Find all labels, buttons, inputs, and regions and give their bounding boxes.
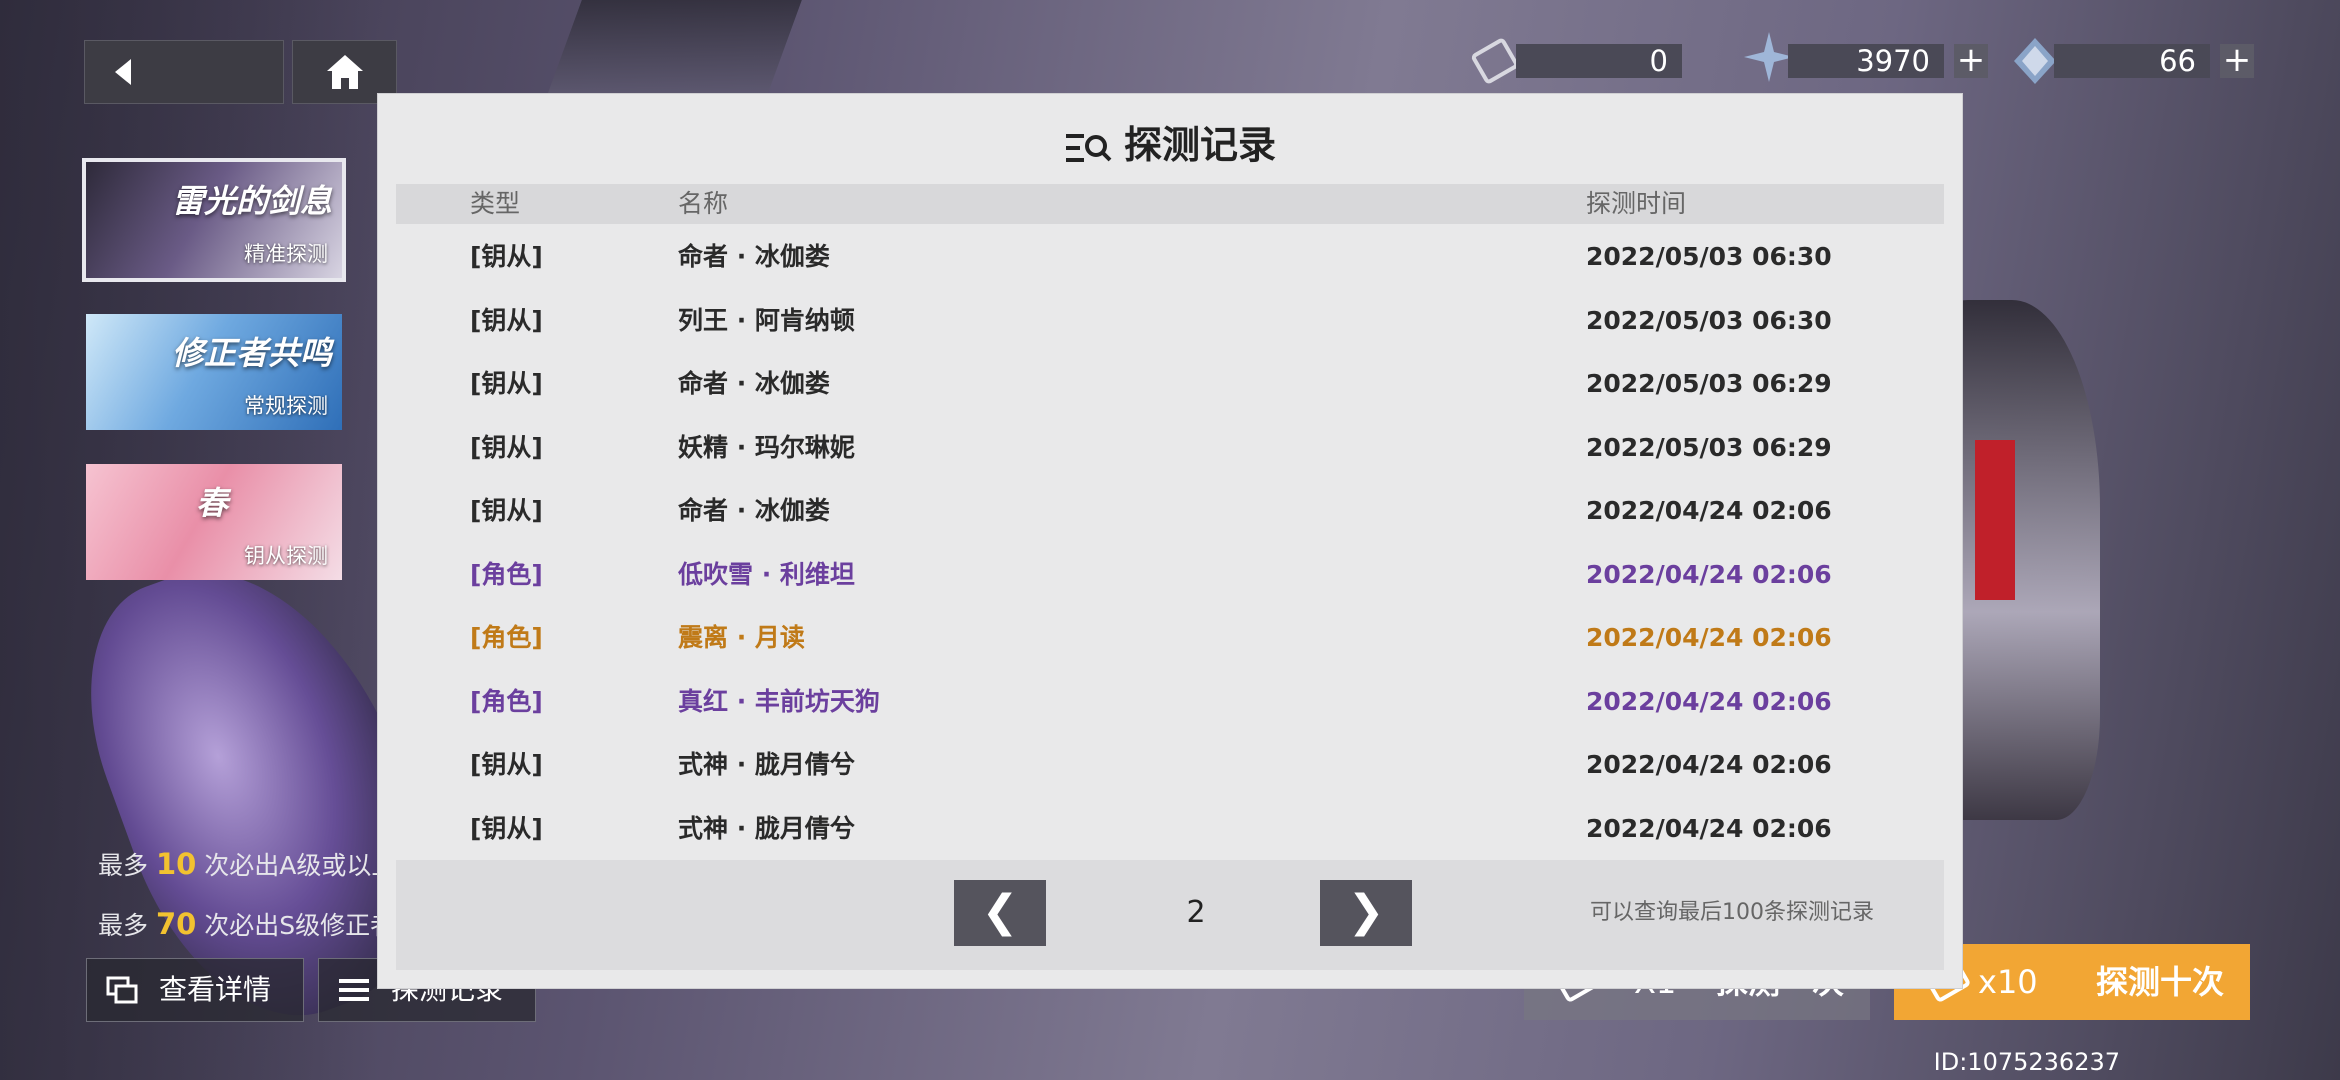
crystal-counter: 3970 + xyxy=(1788,43,1988,78)
record-name: 真红 · 丰前坊天狗 xyxy=(678,686,880,716)
rule-suffix: 次必出S级修正者 xyxy=(204,911,396,940)
record-limit-note: 可以查询最后100条探测记录 xyxy=(1590,900,1874,925)
record-type: [钥从] xyxy=(470,242,543,271)
record-time: 2022/05/03 06:29 xyxy=(1586,369,1832,398)
banner-title: 春 xyxy=(196,484,229,522)
record-name: 命者 · 冰伽娄 xyxy=(678,496,830,525)
record-type: [钥从] xyxy=(470,496,543,525)
record-type: [钥从] xyxy=(470,432,543,462)
record-time: 2022/04/24 02:06 xyxy=(1586,559,1832,589)
banner-title: 修正者共鸣 xyxy=(171,334,332,372)
record-type: [角色] xyxy=(470,623,543,652)
record-time: 2022/05/03 06:30 xyxy=(1586,305,1832,335)
rule-prefix: 最多 xyxy=(98,911,149,940)
add-crystal-button[interactable]: + xyxy=(1954,43,1988,78)
table-row: [钥从] 命者 · 冰伽娄 2022/05/03 06:29 xyxy=(396,352,1944,415)
column-name: 名称 xyxy=(678,189,729,218)
table-row: [角色] 真红 · 丰前坊天狗 2022/04/24 02:06 xyxy=(396,670,1944,733)
list-icon xyxy=(339,979,369,1001)
table-row: [钥从] 命者 · 冰伽娄 2022/05/03 06:30 xyxy=(396,225,1944,288)
banner-spring-key[interactable]: 春 钥从探测 xyxy=(86,464,342,580)
view-details-button[interactable]: 查看详情 xyxy=(86,958,304,1022)
record-name: 低吹雪 · 利维坦 xyxy=(678,559,855,589)
back-arrow-icon xyxy=(115,59,131,85)
draw-ten-count: x10 xyxy=(1978,963,2038,1001)
record-time: 2022/04/24 02:06 xyxy=(1586,623,1832,652)
gem-counter: 66 + xyxy=(2054,43,2254,78)
draw-ten-label: 探测十次 xyxy=(2095,963,2224,1001)
record-name: 列王 · 阿肯纳顿 xyxy=(678,305,855,335)
record-name: 妖精 · 玛尔琳妮 xyxy=(678,432,855,462)
dialog-title-text: 探测记录 xyxy=(1123,123,1276,167)
view-details-label: 查看详情 xyxy=(159,973,272,1006)
rule-count: 70 xyxy=(155,907,197,941)
crystal-value: 3970 xyxy=(1856,44,1930,78)
banner-subtitle: 精准探测 xyxy=(244,242,328,266)
record-time: 2022/04/24 02:06 xyxy=(1586,750,1832,779)
record-name: 式神 · 胧月倩兮 xyxy=(678,750,855,779)
back-button[interactable] xyxy=(84,40,284,104)
details-icon xyxy=(106,976,138,1004)
ticket-counter: 0 xyxy=(1516,44,1682,78)
table-row: [钥从] 列王 · 阿肯纳顿 2022/05/03 06:30 xyxy=(396,289,1944,352)
gem-value: 66 xyxy=(2159,44,2196,78)
table-row: [角色] 低吹雪 · 利维坦 2022/04/24 02:06 xyxy=(396,543,1944,606)
table-row: [钥从] 妖精 · 玛尔琳妮 2022/05/03 06:29 xyxy=(396,416,1944,479)
prev-page-button[interactable]: ❮ xyxy=(954,880,1046,946)
record-type: [钥从] xyxy=(470,813,543,843)
background-character-accent xyxy=(1975,440,2015,600)
table-row: [钥从] 式神 · 胧月倩兮 2022/04/24 02:06 xyxy=(396,797,1944,860)
banner-subtitle: 常规探测 xyxy=(244,394,328,418)
record-time: 2022/05/03 06:29 xyxy=(1586,432,1832,462)
table-row: [钥从] 命者 · 冰伽娄 2022/04/24 02:06 xyxy=(396,479,1944,542)
page-number: 2 xyxy=(1186,895,1206,930)
guarantee-rule-s: 最多 70 次必出S级修正者 xyxy=(98,906,395,942)
record-name: 震离 · 月读 xyxy=(678,623,805,652)
record-name: 命者 · 冰伽娄 xyxy=(678,369,830,398)
ticket-value: 0 xyxy=(1649,44,1668,78)
table-row: [钥从] 式神 · 胧月倩兮 2022/04/24 02:06 xyxy=(396,733,1944,796)
record-name: 式神 · 胧月倩兮 xyxy=(678,813,855,843)
record-search-icon xyxy=(1065,133,1112,162)
record-time: 2022/04/24 02:06 xyxy=(1586,813,1832,843)
table-row: [角色] 震离 · 月读 2022/04/24 02:06 xyxy=(396,606,1944,669)
banner-lightning-sword[interactable]: 雷光的剑息 精准探测 xyxy=(82,158,346,282)
add-gem-button[interactable]: + xyxy=(2220,43,2254,78)
detection-record-dialog: 探测记录 类型 名称 探测时间 [钥从] 命者 · 冰伽娄 2022/05/03 0… xyxy=(378,94,1962,988)
next-page-button[interactable]: ❯ xyxy=(1320,880,1412,946)
record-time: 2022/04/24 02:06 xyxy=(1586,686,1832,716)
record-name: 命者 · 冰伽娄 xyxy=(678,242,830,271)
banner-title: 雷光的剑息 xyxy=(171,182,332,220)
table-header: 类型 名称 探测时间 xyxy=(396,184,1944,224)
record-type: [角色] xyxy=(470,559,543,589)
home-icon xyxy=(327,55,363,89)
pagination-bar: ❮ 2 ❯ 可以查询最后100条探测记录 xyxy=(396,860,1944,970)
user-id: ID:1075236237 xyxy=(1933,1048,2120,1076)
banner-subtitle: 钥从探测 xyxy=(244,544,328,568)
record-time: 2022/04/24 02:06 xyxy=(1586,496,1832,525)
record-type: [角色] xyxy=(470,686,543,716)
ticket-icon xyxy=(1471,38,1519,84)
record-type: [钥从] xyxy=(470,750,543,779)
banner-corrector-resonance[interactable]: 修正者共鸣 常规探测 xyxy=(86,314,342,430)
record-type: [钥从] xyxy=(470,369,543,398)
record-time: 2022/05/03 06:30 xyxy=(1586,242,1832,271)
column-type: 类型 xyxy=(470,189,521,218)
record-type: [钥从] xyxy=(470,305,543,335)
rule-prefix: 最多 xyxy=(98,851,149,880)
column-time: 探测时间 xyxy=(1586,189,1687,218)
rule-count: 10 xyxy=(155,847,197,881)
dialog-title: 探测记录 xyxy=(378,114,1962,169)
